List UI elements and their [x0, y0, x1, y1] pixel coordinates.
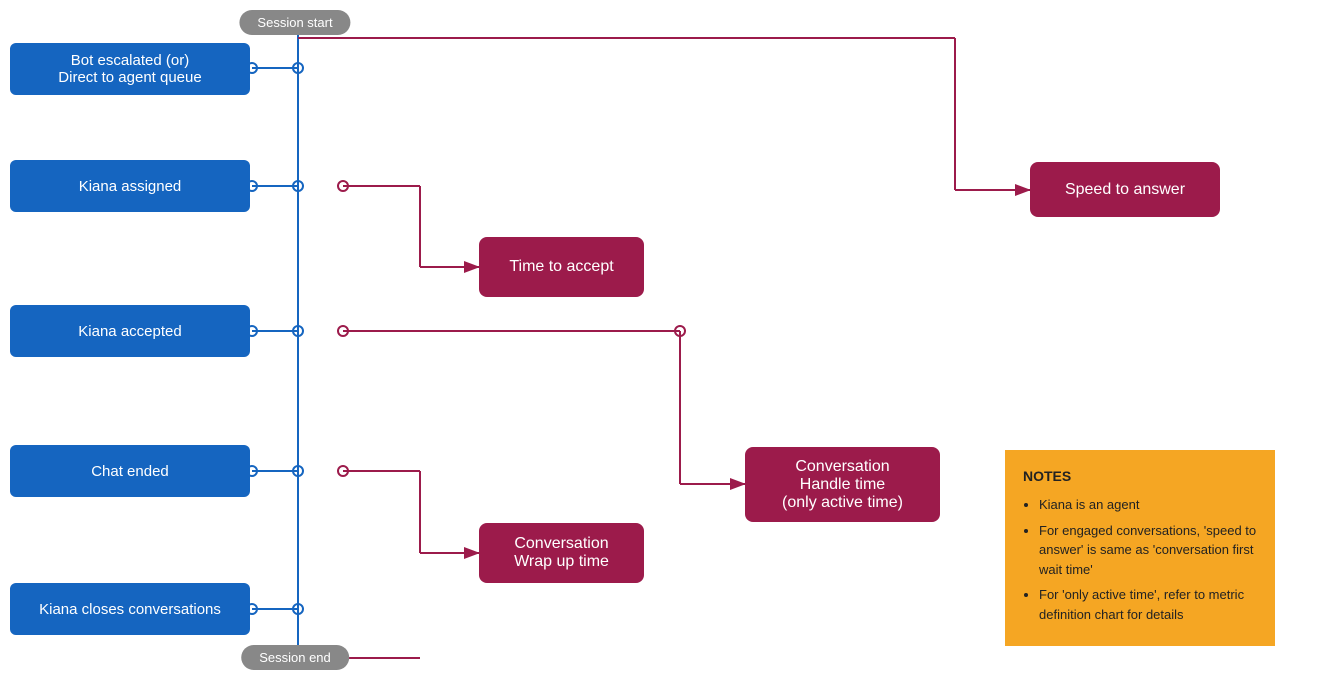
metric-speed-to-answer: Speed to answer — [1030, 162, 1220, 217]
session-start-pill: Session start — [239, 10, 350, 35]
event-kiana-assigned: Kiana assigned — [10, 160, 250, 212]
notes-title: NOTES — [1023, 466, 1257, 487]
notes-item-2: For engaged conversations, 'speed to ans… — [1039, 521, 1257, 580]
event-kiana-closes: Kiana closes conversations — [10, 583, 250, 635]
notes-item-3: For 'only active time', refer to metric … — [1039, 585, 1257, 624]
event-bot-escalated: Bot escalated (or) Direct to agent queue — [10, 43, 250, 95]
metric-conversation-wrap-up: Conversation Wrap up time — [479, 523, 644, 583]
metric-conversation-handle-time: Conversation Handle time (only active ti… — [745, 447, 940, 522]
event-kiana-accepted: Kiana accepted — [10, 305, 250, 357]
notes-list: Kiana is an agent For engaged conversati… — [1023, 495, 1257, 624]
session-end-pill: Session end — [241, 645, 349, 670]
event-chat-ended: Chat ended — [10, 445, 250, 497]
diagram-container: Session start Session end Bot escalated … — [0, 0, 1343, 681]
notes-item-1: Kiana is an agent — [1039, 495, 1257, 515]
notes-box: NOTES Kiana is an agent For engaged conv… — [1005, 450, 1275, 646]
metric-time-to-accept: Time to accept — [479, 237, 644, 297]
